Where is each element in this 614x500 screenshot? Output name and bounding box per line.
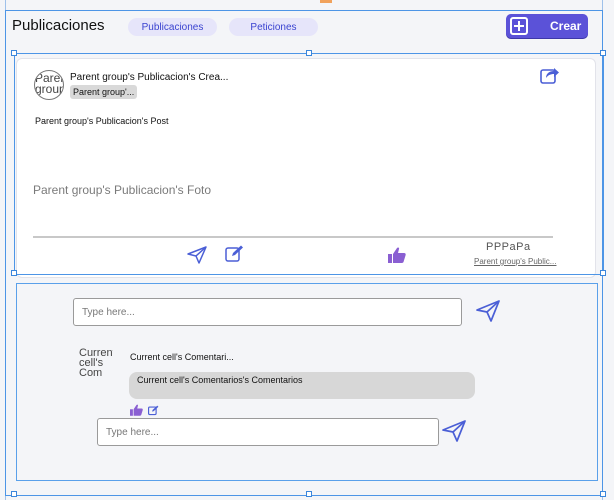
tab-peticiones[interactable]: Peticiones: [229, 18, 318, 36]
comment-input[interactable]: Type here...: [73, 298, 462, 326]
create-button[interactable]: Crear: [506, 14, 588, 38]
reactors-avatars: PPPaPa: [486, 241, 531, 253]
divider: [33, 236, 553, 238]
post-link[interactable]: Parent group's Public...: [474, 257, 556, 266]
resize-handle[interactable]: [600, 50, 606, 56]
send-icon[interactable]: [187, 246, 207, 264]
comment-avatar-alt-text: Current cell's Com: [79, 348, 113, 376]
comment-edit-icon[interactable]: [148, 405, 159, 416]
post-photo: Parent group's Publicacion's Foto: [33, 183, 212, 197]
share-icon[interactable]: [540, 66, 560, 84]
comment-bubble: Current cell's Comentarios's Comentarios: [129, 372, 475, 399]
reply-input[interactable]: Type here...: [97, 418, 439, 446]
group-tag: Parent group'...: [70, 85, 138, 99]
send-comment-icon[interactable]: [476, 300, 500, 322]
edit-icon[interactable]: [225, 245, 244, 263]
comment-avatar: Current cell's Com: [79, 348, 113, 376]
tab-publicaciones[interactable]: Publicaciones: [128, 18, 217, 36]
avatar-alt-text: Parent group: [35, 71, 63, 95]
resize-handle[interactable]: [11, 491, 17, 497]
plus-icon: [510, 17, 528, 35]
comment-author: Current cell's Comentari...: [130, 352, 234, 362]
creator-name: Parent group's Publicacion's Crea...: [70, 72, 229, 83]
page-title: Publicaciones: [12, 17, 105, 34]
resize-handle[interactable]: [11, 270, 17, 276]
comment-like-icon[interactable]: [130, 404, 143, 416]
create-button-label: Crear: [550, 19, 582, 33]
resize-handle[interactable]: [600, 491, 606, 497]
resize-handle[interactable]: [306, 491, 312, 497]
resize-handle[interactable]: [600, 270, 606, 276]
avatar: Parent group: [34, 70, 64, 100]
editor-indicator: [320, 0, 332, 3]
send-reply-icon[interactable]: [442, 420, 466, 442]
post-text: Parent group's Publicacion's Post: [35, 116, 169, 126]
resize-handle[interactable]: [11, 50, 17, 56]
like-icon[interactable]: [388, 247, 406, 263]
resize-handle[interactable]: [306, 50, 312, 56]
